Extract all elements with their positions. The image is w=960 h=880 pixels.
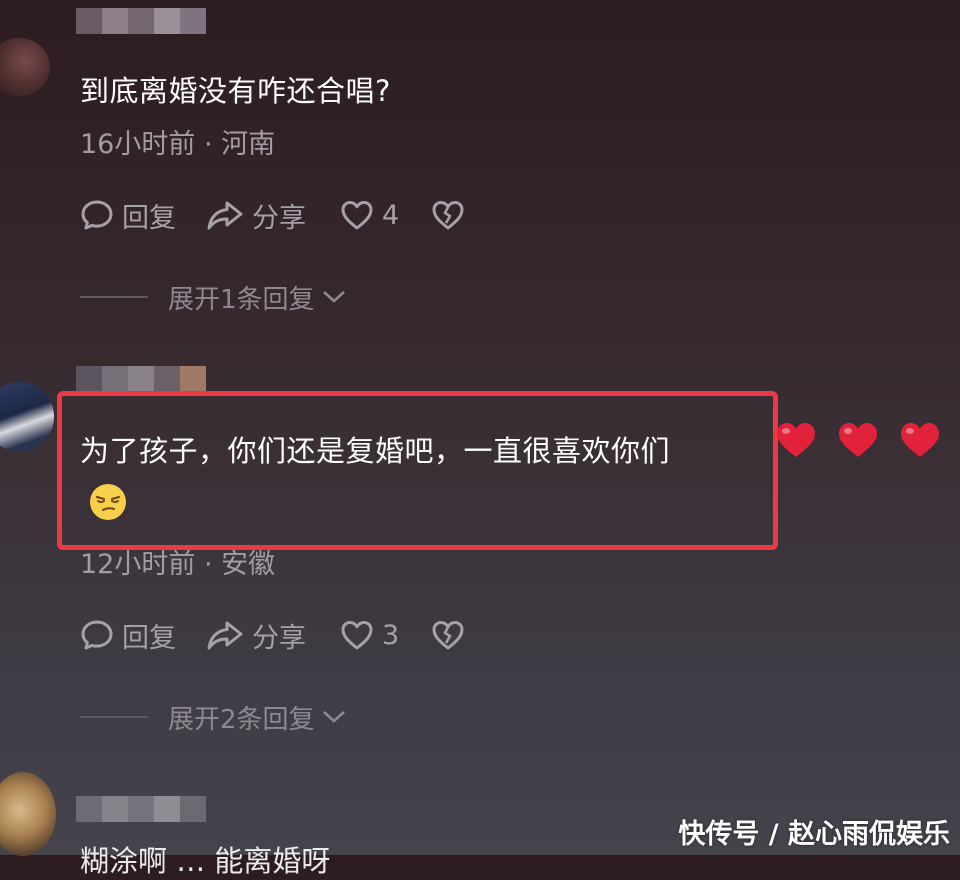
- expand-replies-button[interactable]: 展开1条回复: [80, 280, 347, 315]
- dislike-button[interactable]: [431, 619, 465, 651]
- chevron-down-icon: [321, 288, 347, 306]
- username-blurred[interactable]: [76, 8, 206, 34]
- highlight-box: [57, 391, 778, 550]
- red-heart-emoji: [777, 423, 815, 457]
- avatar[interactable]: [0, 772, 56, 856]
- comment-actions: 回复 分享 3: [80, 615, 465, 655]
- comment-meta: 12小时前 · 安徽: [80, 549, 276, 580]
- red-heart-emoji: [839, 423, 877, 457]
- reply-button[interactable]: 回复: [80, 616, 176, 655]
- broken-heart-icon: [432, 201, 464, 230]
- heart-outline-icon: [341, 201, 373, 230]
- username-blurred[interactable]: [76, 796, 206, 822]
- comment-text: 到底离婚没有咋还合唱?: [80, 74, 391, 108]
- like-count: 3: [382, 619, 400, 651]
- comment-meta: 16小时前 · 河南: [80, 129, 276, 160]
- avatar[interactable]: [0, 382, 54, 452]
- broken-heart-icon: [432, 621, 464, 650]
- smirk-face-emoji: [90, 484, 126, 520]
- avatar[interactable]: [0, 38, 50, 96]
- divider-line: [80, 296, 148, 298]
- comment-text: 为了孩子，你们还是复婚吧，一直很喜欢你们: [80, 434, 671, 468]
- share-button[interactable]: 分享: [206, 196, 306, 235]
- reply-label: 回复: [122, 622, 176, 654]
- red-heart-emoji: [901, 423, 939, 457]
- share-button[interactable]: 分享: [206, 616, 306, 655]
- reply-label: 回复: [122, 202, 176, 234]
- watermark: 快传号 / 赵心雨侃娱乐: [678, 819, 950, 850]
- reply-button[interactable]: 回复: [80, 196, 176, 235]
- heart-emojis: [775, 421, 960, 459]
- expand-label: 展开2条回复: [168, 704, 315, 735]
- like-button[interactable]: 3: [340, 619, 399, 651]
- chat-bubble-icon: [81, 200, 113, 230]
- chevron-down-icon: [321, 708, 347, 726]
- dislike-button[interactable]: [431, 199, 465, 231]
- comment-text-partial: 糊涂啊 … 能离婚呀: [80, 844, 331, 878]
- comment-actions: 回复 分享 4: [80, 195, 465, 235]
- expand-label: 展开1条回复: [168, 284, 315, 315]
- share-label: 分享: [252, 622, 306, 654]
- share-arrow-icon: [207, 201, 243, 230]
- username-blurred[interactable]: [76, 366, 206, 392]
- like-count: 4: [382, 199, 400, 231]
- divider-line: [80, 716, 148, 718]
- expand-replies-button[interactable]: 展开2条回复: [80, 700, 347, 735]
- share-label: 分享: [252, 202, 306, 234]
- like-button[interactable]: 4: [340, 199, 399, 231]
- chat-bubble-icon: [81, 620, 113, 650]
- heart-outline-icon: [341, 621, 373, 650]
- share-arrow-icon: [207, 621, 243, 650]
